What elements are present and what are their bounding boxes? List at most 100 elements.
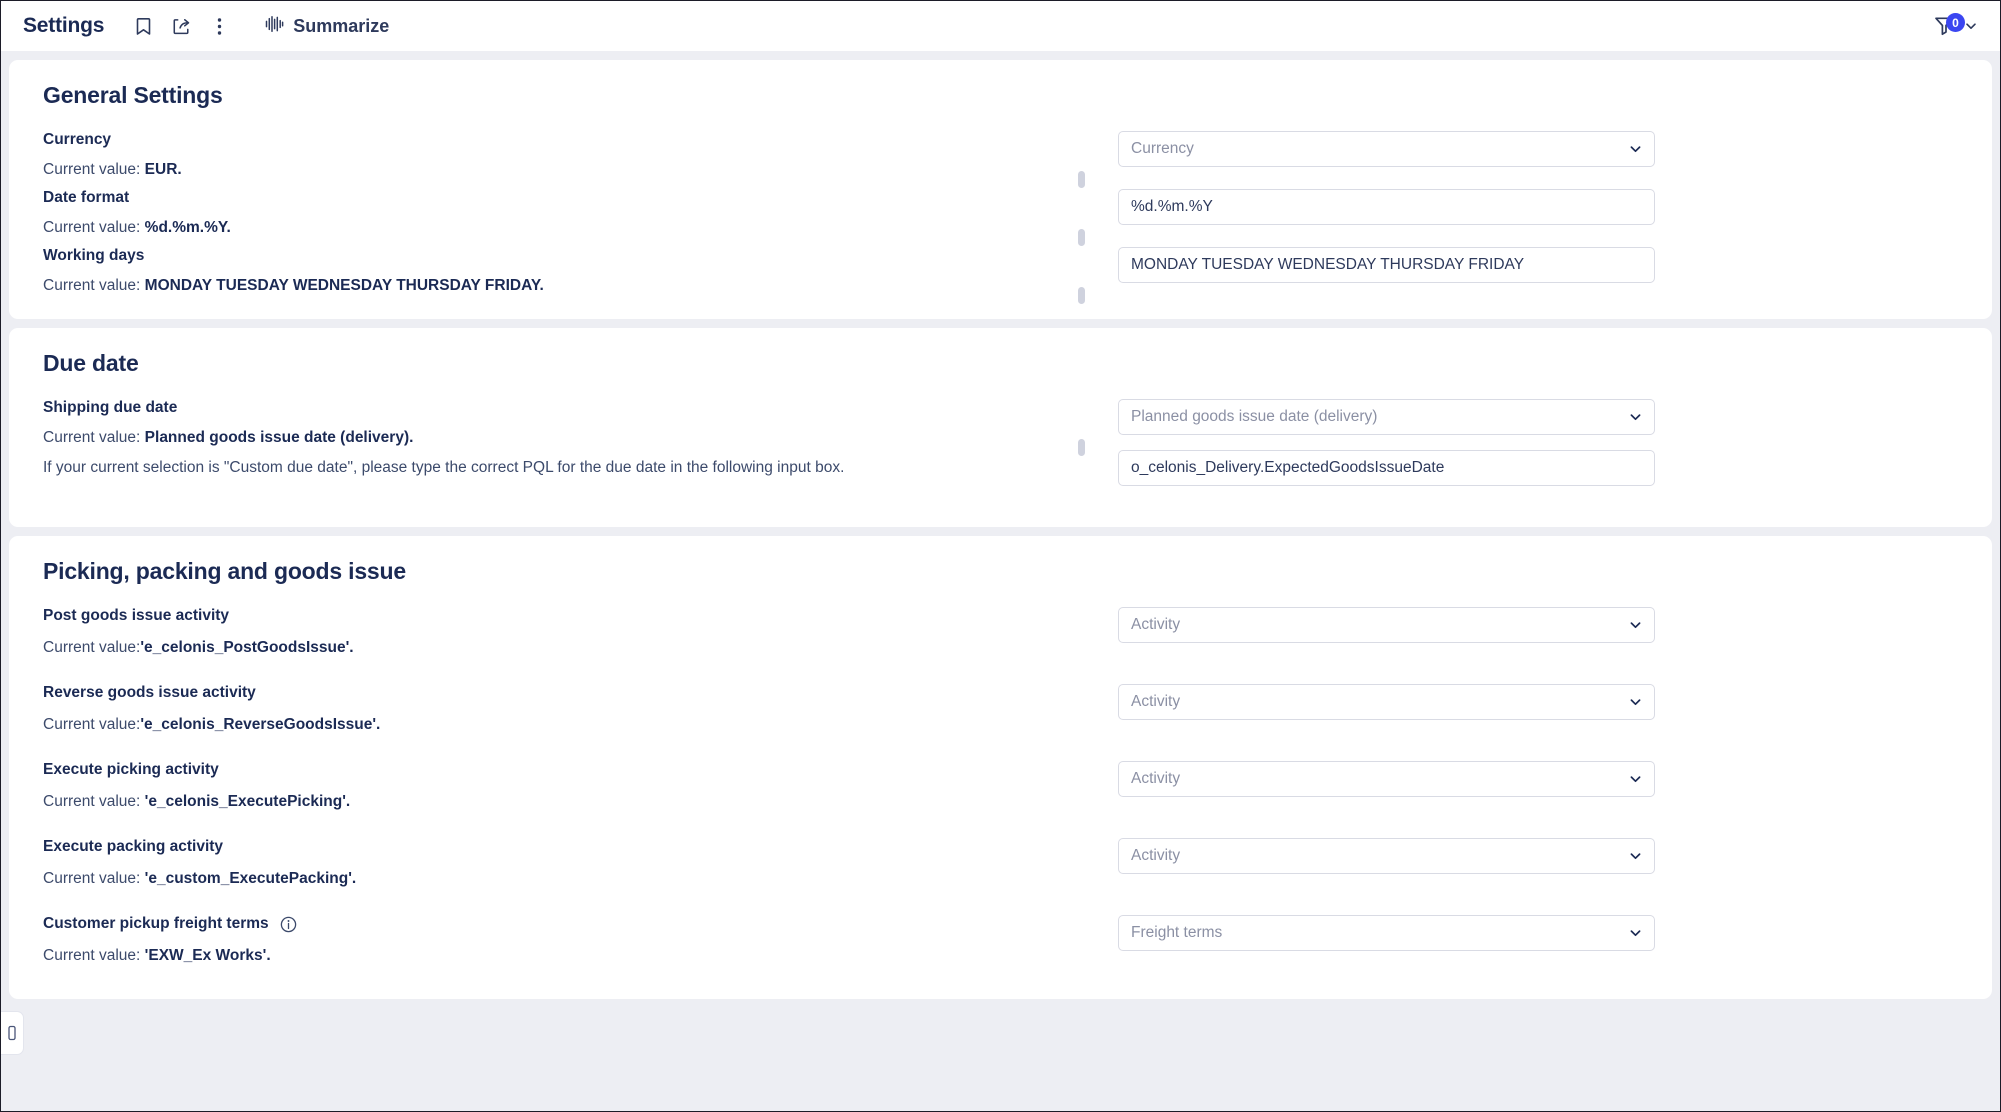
setting-row-left: Execute packing activity Current value: … [43,838,1118,888]
field-current-value: Current value:'e_celonis_ReverseGoodsIss… [43,716,1098,734]
section-title: Due date [43,350,139,376]
setting-row: If your current selection is "Custom due… [43,450,1958,499]
current-value-text: 'e_custom_ExecutePacking'. [144,870,357,887]
field-current-value: Current value: EUR. [43,161,1098,179]
section-title: Picking, packing and goods issue [43,558,406,584]
field-label-text: Date format [43,189,130,206]
setting-row-left: Date format Current value: %d.%m.%Y. [43,189,1118,246]
setting-row: Working days Current value: MONDAY TUESD… [43,247,1958,304]
chevron-down-icon [1628,618,1643,633]
current-value-text: EUR. [144,161,182,178]
summarize-label: Summarize [293,15,390,36]
summarize-button[interactable]: Summarize [258,11,395,42]
field-label-text: Customer pickup freight terms [43,915,269,932]
execute-packing-activity-select[interactable]: Activity [1118,838,1655,874]
setting-row-right: Activity [1118,684,1958,720]
current-value-prefix: Current value: [43,947,145,964]
canvas-bottom-strip [1,1099,2000,1111]
execute-picking-activity-select[interactable]: Activity [1118,761,1655,797]
custom-due-date-helper-text: If your current selection is "Custom due… [43,459,845,476]
setting-row-right: %d.%m.%Y [1118,189,1958,225]
setting-row-left: If your current selection is "Custom due… [43,459,1118,477]
chevron-down-icon [1628,772,1643,787]
current-value-prefix: Current value: [43,277,145,294]
setting-row-right: Freight terms [1118,915,1958,951]
current-value-text: 'EXW_Ex Works'. [144,947,271,964]
row-grip-handle[interactable] [1078,171,1085,188]
current-value-prefix: Current value: [43,716,141,733]
setting-row: Currency Current value: EUR. Currency [43,131,1958,188]
setting-row: Customer pickup freight terms Current va… [43,915,1958,965]
setting-row: Execute packing activity Current value: … [43,838,1958,888]
custom-due-date-pql-input[interactable]: o_celonis_Delivery.ExpectedGoodsIssueDat… [1118,450,1655,486]
field-label-text: Execute packing activity [43,838,224,855]
setting-row-right: Currency [1118,131,1958,167]
waveform-icon [264,15,284,38]
reverse-goods-issue-activity-placeholder: Activity [1131,693,1181,710]
sidebar-drawer-handle[interactable] [1,1011,24,1055]
field-current-value: Current value: %d.%m.%Y. [43,219,1098,237]
settings-app: Settings Summarize 0 General Settings Cu… [0,0,2001,1112]
app-header: Settings Summarize 0 [1,1,2000,51]
shipping-due-date-select[interactable]: Planned goods issue date (delivery) [1118,399,1655,435]
field-label: Working days [43,247,1098,265]
field-label-text: Working days [43,247,145,264]
drawer-grip-icon [7,1025,16,1041]
setting-row-right: Activity [1118,761,1958,797]
execute-picking-activity-placeholder: Activity [1131,770,1181,787]
setting-row-left: Execute picking activity Current value: … [43,761,1118,811]
setting-row-right: Activity [1118,838,1958,874]
field-label: Currency [43,131,1098,149]
header-right-controls: 0 [1932,13,1978,39]
current-value-prefix: Current value: [43,161,145,178]
currency-select[interactable]: Currency [1118,131,1655,167]
current-value-prefix: Current value: [43,639,141,656]
setting-row-left: Customer pickup freight terms Current va… [43,915,1118,965]
chevron-down-icon [1628,410,1643,425]
chevron-down-icon [1628,849,1643,864]
row-grip-handle[interactable] [1078,287,1085,304]
field-label: Shipping due date [43,399,1098,417]
field-label: Post goods issue activity [43,607,1098,625]
setting-row: Shipping due date Current value: Planned… [43,399,1958,456]
more-vertical-icon[interactable] [204,11,234,41]
current-value-text: MONDAY TUESDAY WEDNESDAY THURSDAY FRIDAY… [144,277,544,294]
field-current-value: Current value: Planned goods issue date … [43,429,1098,447]
working-days-input[interactable]: MONDAY TUESDAY WEDNESDAY THURSDAY FRIDAY [1118,247,1655,283]
chevron-down-icon[interactable] [1964,19,1978,33]
customer-pickup-freight-terms-select[interactable]: Freight terms [1118,915,1655,951]
section-card-picking-packing-goods-issue: Picking, packing and goods issue Post go… [9,536,1992,999]
current-value-text: 'e_celonis_PostGoodsIssue'. [140,639,354,656]
setting-row: Reverse goods issue activity Current val… [43,684,1958,734]
filter-button[interactable]: 0 [1932,13,1965,39]
bookmark-icon[interactable] [128,11,158,41]
current-value-text: %d.%m.%Y. [144,219,231,236]
field-label: Customer pickup freight terms [43,915,1098,933]
post-goods-issue-activity-placeholder: Activity [1131,616,1181,633]
row-grip-handle[interactable] [1078,229,1085,246]
settings-canvas: General Settings Currency Current value:… [1,51,2000,1111]
current-value-prefix: Current value: [43,870,145,887]
setting-row-right: Planned goods issue date (delivery) [1118,399,1958,435]
field-label-text: Reverse goods issue activity [43,684,256,701]
field-current-value: Current value: MONDAY TUESDAY WEDNESDAY … [43,277,1098,295]
info-icon[interactable] [280,916,297,933]
date-format-input[interactable]: %d.%m.%Y [1118,189,1655,225]
setting-row-left: Shipping due date Current value: Planned… [43,399,1118,456]
field-label-text: Currency [43,131,112,148]
share-icon[interactable] [166,11,196,41]
setting-row-right: o_celonis_Delivery.ExpectedGoodsIssueDat… [1118,450,1958,486]
chevron-down-icon [1628,142,1643,157]
setting-row-left: Working days Current value: MONDAY TUESD… [43,247,1118,304]
setting-row-left: Currency Current value: EUR. [43,131,1118,188]
current-value-text: 'e_celonis_ExecutePicking'. [144,793,351,810]
field-label: Execute packing activity [43,838,1098,856]
post-goods-issue-activity-select[interactable]: Activity [1118,607,1655,643]
section-title: General Settings [43,82,223,108]
row-grip-handle[interactable] [1078,439,1085,456]
reverse-goods-issue-activity-select[interactable]: Activity [1118,684,1655,720]
field-label: Date format [43,189,1098,207]
field-label: Execute picking activity [43,761,1098,779]
custom-due-date-pql-value: o_celonis_Delivery.ExpectedGoodsIssueDat… [1131,459,1445,476]
setting-row-left: Post goods issue activity Current value:… [43,607,1118,657]
